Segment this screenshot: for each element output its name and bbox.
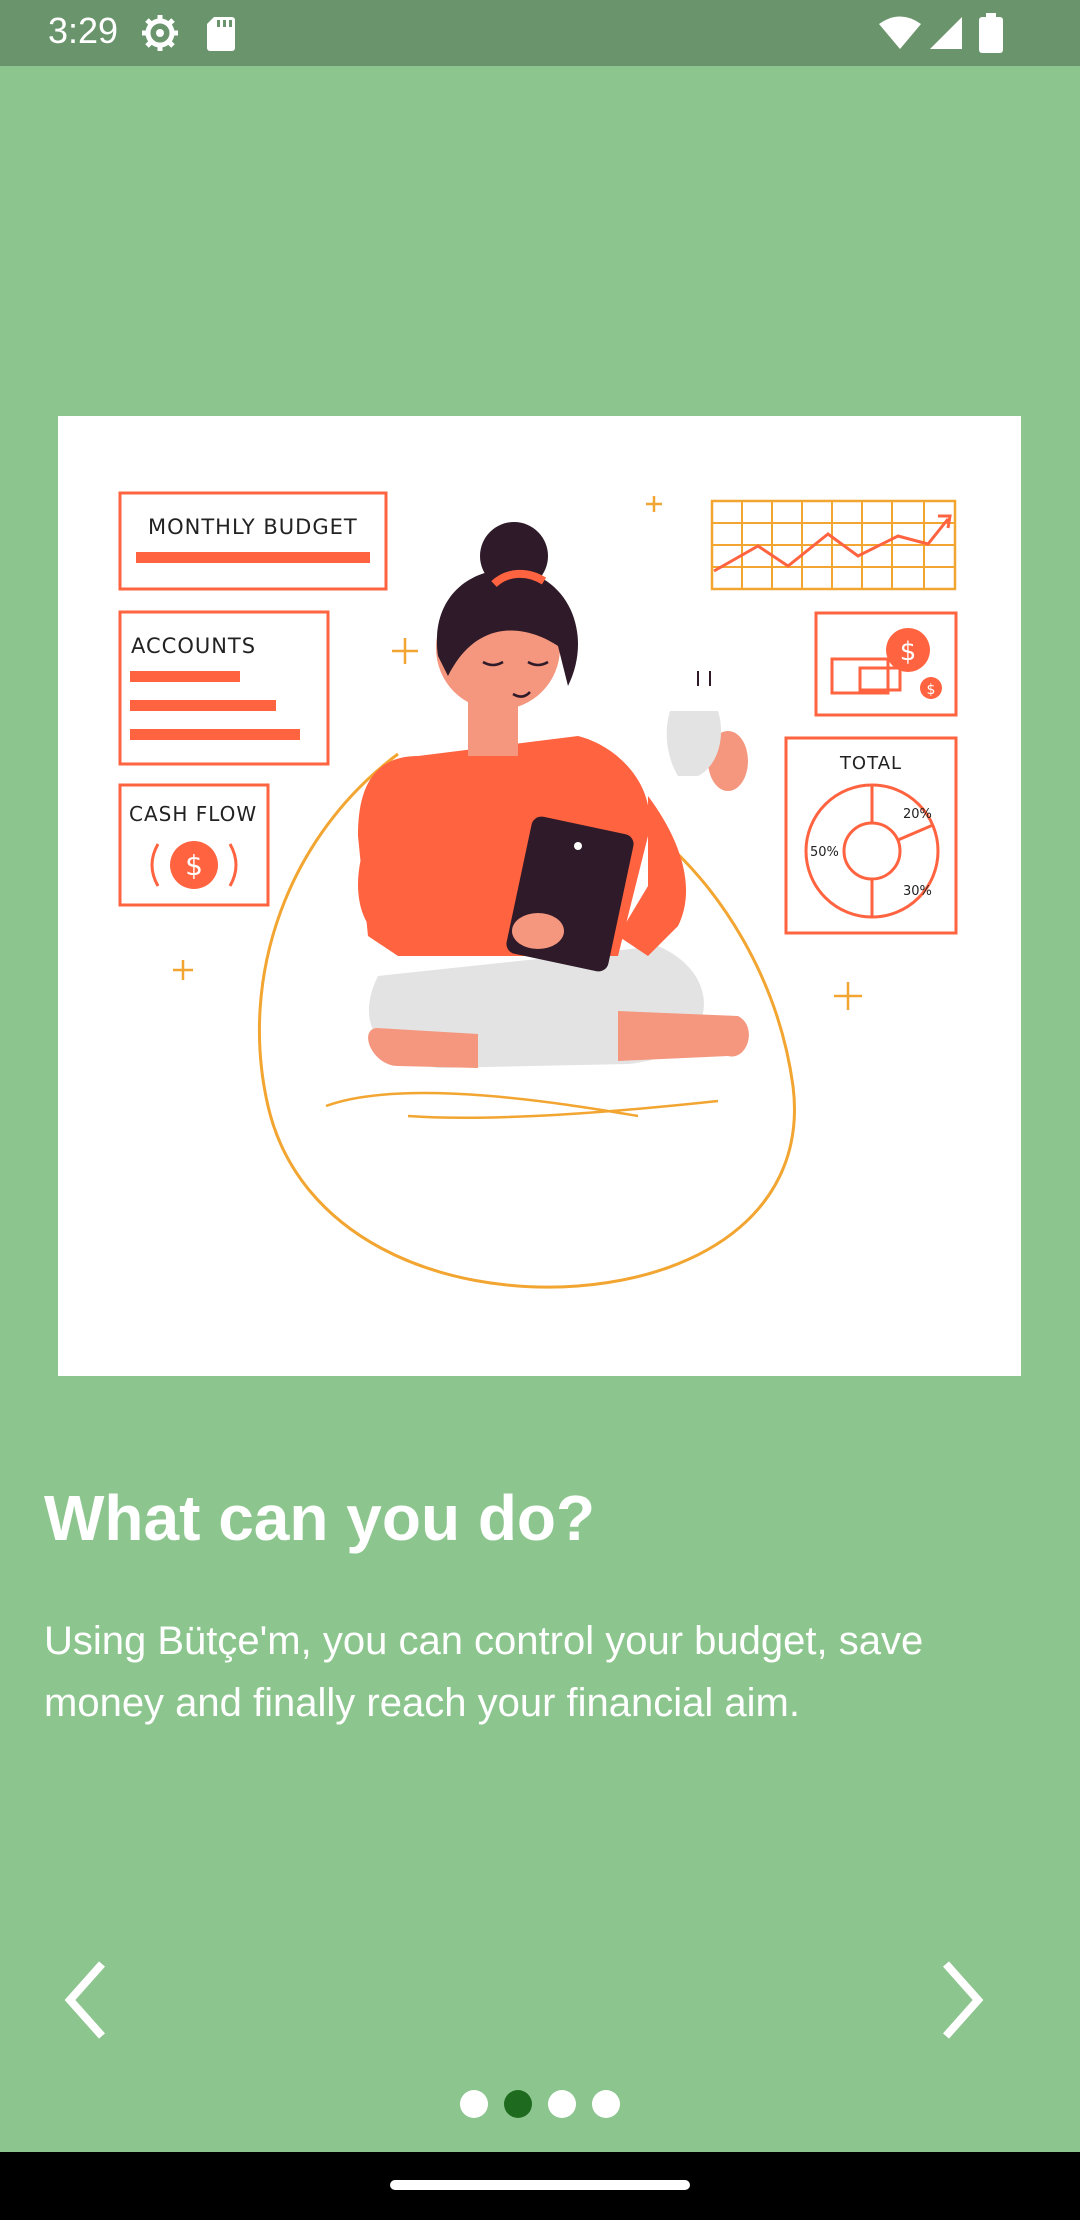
page-indicator xyxy=(0,2090,1080,2120)
wifi-icon xyxy=(879,16,921,49)
pie-30-label: 30% xyxy=(903,884,932,899)
bill-dollar-small: $ xyxy=(927,682,936,698)
status-time: 3:29 xyxy=(48,10,119,51)
battery-icon xyxy=(979,13,1003,53)
onboarding-description: Using Bütçe'm, you can control your budg… xyxy=(44,1619,924,1725)
finance-illustration: MONTHLY BUDGET ACCOUNTS CASH FLOW $ $ $ … xyxy=(118,491,958,1289)
accounts-card: ACCOUNTS xyxy=(118,610,330,766)
bill-card: $ $ xyxy=(814,611,958,717)
bill-dollar: $ xyxy=(900,637,917,667)
total-label: TOTAL xyxy=(839,753,902,774)
signal-icon xyxy=(930,17,962,49)
onboarding-illustration: MONTHLY BUDGET ACCOUNTS CASH FLOW $ $ $ … xyxy=(58,416,1021,1376)
pie-50-label: 50% xyxy=(810,845,839,860)
gear-icon xyxy=(142,15,178,51)
onboarding-title: What can you do? xyxy=(44,1482,596,1554)
chevron-left-icon xyxy=(64,1961,105,2039)
monthly-budget-label: MONTHLY BUDGET xyxy=(148,515,358,539)
cash-flow-card: CASH FLOW $ xyxy=(118,783,270,907)
page-dot-active[interactable] xyxy=(504,2090,532,2118)
pie-20-label: 20% xyxy=(903,807,932,822)
line-chart-card xyxy=(710,499,957,591)
cash-flow-dollar: $ xyxy=(185,849,203,882)
status-bar: 3:29 xyxy=(0,0,1080,66)
page-dot[interactable] xyxy=(548,2090,576,2118)
sd-card-icon xyxy=(207,17,235,51)
monthly-budget-card: MONTHLY BUDGET xyxy=(118,491,388,591)
previous-page-button[interactable] xyxy=(50,1950,130,2050)
accounts-label: ACCOUNTS xyxy=(131,634,256,658)
page-dot[interactable] xyxy=(460,2090,488,2118)
next-page-button[interactable] xyxy=(926,1950,1006,2050)
total-card: TOTAL 20% 50% 30% xyxy=(784,736,958,935)
cash-flow-label: CASH FLOW xyxy=(129,802,257,826)
home-indicator[interactable] xyxy=(390,2180,690,2190)
page-dot[interactable] xyxy=(592,2090,620,2118)
chevron-right-icon xyxy=(943,1961,984,2039)
